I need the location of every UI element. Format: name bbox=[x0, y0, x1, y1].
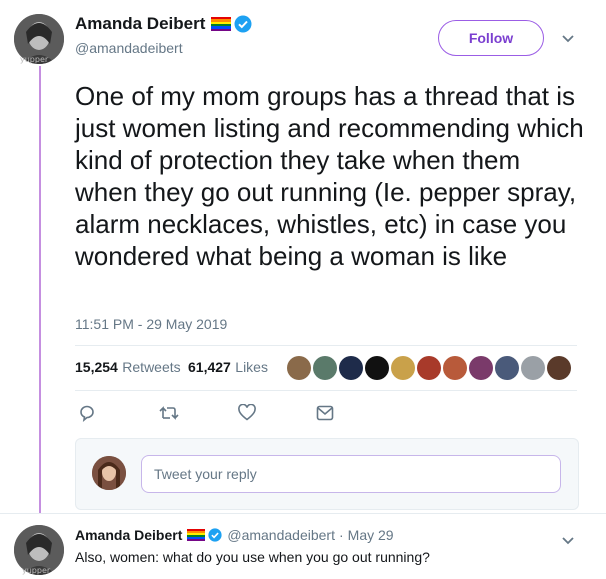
likes-stat[interactable]: 61,427 Likes bbox=[188, 359, 268, 377]
chevron-down-icon[interactable] bbox=[561, 533, 575, 551]
author-name[interactable]: Amanda Deibert bbox=[75, 14, 205, 34]
retweets-stat[interactable]: 15,254 Retweets bbox=[75, 359, 181, 377]
likes-count: 61,427 bbox=[188, 359, 231, 375]
liker-avatar[interactable] bbox=[287, 356, 311, 380]
liker-avatar[interactable] bbox=[365, 356, 389, 380]
retweet-icon[interactable] bbox=[158, 405, 180, 421]
divider bbox=[75, 390, 577, 391]
retweets-label: Retweets bbox=[122, 359, 181, 375]
chevron-down-icon[interactable] bbox=[561, 31, 575, 49]
tweet-text: One of my mom groups has a thread that i… bbox=[75, 81, 584, 271]
liker-avatar[interactable] bbox=[469, 356, 493, 380]
reply-composer: Tweet your reply bbox=[75, 438, 579, 510]
tweet-reply-input[interactable]: Tweet your reply bbox=[141, 455, 561, 493]
separator: · bbox=[338, 527, 344, 543]
direct-message-icon[interactable] bbox=[316, 405, 334, 421]
liker-avatar[interactable] bbox=[495, 356, 519, 380]
liker-avatar[interactable] bbox=[313, 356, 337, 380]
likes-label: Likes bbox=[235, 359, 268, 375]
pride-flag-icon bbox=[211, 17, 232, 31]
liker-avatar[interactable] bbox=[391, 356, 415, 380]
divider bbox=[75, 345, 577, 346]
liker-avatar[interactable] bbox=[417, 356, 441, 380]
reply-icon[interactable] bbox=[78, 404, 96, 422]
liker-avatars bbox=[287, 356, 573, 380]
liker-avatar[interactable] bbox=[443, 356, 467, 380]
divider bbox=[0, 513, 606, 514]
reply-author-name[interactable]: Amanda Deibert bbox=[75, 527, 182, 543]
tweet-timestamp[interactable]: 11:51 PM - 29 May 2019 bbox=[75, 316, 227, 332]
reply-tweet-text: Also, women: what do you use when you go… bbox=[75, 549, 430, 565]
verified-badge-icon bbox=[234, 15, 252, 33]
reply-date[interactable]: May 29 bbox=[348, 527, 394, 543]
liker-avatar[interactable] bbox=[521, 356, 545, 380]
avatar-watermark: yupper bbox=[22, 566, 51, 575]
retweets-count: 15,254 bbox=[75, 359, 118, 375]
liker-avatar[interactable] bbox=[339, 356, 363, 380]
avatar-watermark: yupper bbox=[20, 55, 49, 64]
reply-author-handle[interactable]: @amandadeibert bbox=[227, 527, 335, 543]
like-icon[interactable] bbox=[238, 404, 256, 421]
author-handle[interactable]: @amandadeibert bbox=[75, 40, 183, 56]
reply-placeholder: Tweet your reply bbox=[154, 466, 257, 482]
verified-badge-icon bbox=[208, 528, 222, 542]
liker-avatar[interactable] bbox=[547, 356, 571, 380]
current-user-avatar bbox=[92, 456, 126, 490]
thread-line bbox=[39, 66, 41, 513]
follow-button[interactable]: Follow bbox=[438, 20, 544, 56]
pride-flag-icon bbox=[187, 529, 206, 541]
